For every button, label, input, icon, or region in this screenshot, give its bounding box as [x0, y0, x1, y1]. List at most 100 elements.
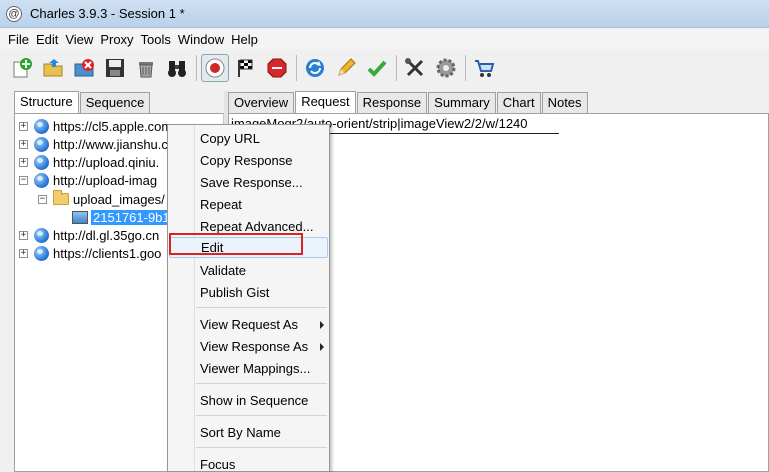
tools-button[interactable]	[401, 54, 429, 82]
collapse-icon[interactable]: −	[38, 194, 47, 204]
menu-item-validate[interactable]: Validate	[169, 260, 328, 281]
edit-button[interactable]	[332, 54, 360, 82]
tab-notes[interactable]: Notes	[541, 92, 588, 113]
tree-item[interactable]: + http://upload.qiniu.	[19, 153, 159, 171]
pencil-icon	[338, 58, 356, 76]
tab-request[interactable]: Request	[295, 91, 356, 113]
tab-sequence[interactable]: Sequence	[79, 92, 151, 113]
tree-item-label: http://www.jianshu.c	[53, 136, 168, 152]
menu-view[interactable]: View	[65, 32, 93, 47]
shop-button[interactable]	[470, 54, 498, 82]
menu-item-publish-gist[interactable]: Publish Gist	[169, 282, 328, 303]
menu-edit[interactable]: Edit	[36, 32, 58, 47]
close-session-button[interactable]	[70, 54, 98, 82]
submenu-arrow-icon	[320, 321, 324, 329]
tree-item[interactable]: + http://dl.gl.35go.cn	[19, 226, 159, 244]
window-title: Charles 3.9.3 - Session 1 *	[30, 6, 185, 21]
breakpoints-button[interactable]	[263, 54, 291, 82]
detail-tab-bar: Overview Request Response Summary Chart …	[228, 91, 769, 113]
globe-icon	[34, 136, 49, 152]
binoculars-icon	[168, 61, 186, 77]
refresh-icon	[306, 59, 324, 77]
menu-item-focus[interactable]: Focus	[169, 454, 328, 471]
menu-separator	[196, 307, 327, 308]
menu-item-view-response-as[interactable]: View Response As	[169, 336, 328, 357]
globe-icon	[34, 118, 49, 134]
menu-help[interactable]: Help	[231, 32, 258, 47]
menu-item-repeat[interactable]: Repeat	[169, 194, 328, 215]
tree-item[interactable]: + http://www.jianshu.c	[19, 135, 168, 153]
tools-icon	[405, 58, 424, 77]
tree-item-label: http://upload-imag	[53, 172, 158, 188]
menu-item-save-response[interactable]: Save Response...	[169, 172, 328, 193]
collapse-icon[interactable]: −	[19, 175, 28, 185]
tree-item-selected[interactable]: 2151761-9b1	[72, 208, 172, 226]
clear-session-button[interactable]	[132, 54, 160, 82]
title-bar: @ Charles 3.9.3 - Session 1 *	[0, 0, 769, 28]
menu-separator	[196, 415, 327, 416]
submenu-arrow-icon	[320, 343, 324, 351]
save-icon	[106, 59, 124, 77]
tree-item[interactable]: − http://upload-imag	[19, 171, 157, 189]
toolbar-separator	[196, 55, 197, 81]
save-button[interactable]	[101, 54, 129, 82]
menu-bar: File Edit View Proxy Tools Window Help	[0, 29, 769, 49]
record-icon	[205, 58, 225, 78]
trash-icon	[139, 62, 153, 78]
menu-file[interactable]: File	[8, 32, 29, 47]
expand-icon[interactable]: +	[19, 121, 28, 131]
menu-proxy[interactable]: Proxy	[100, 32, 133, 47]
tree-item-label: http://upload.qiniu.	[53, 154, 160, 170]
tab-chart[interactable]: Chart	[496, 92, 541, 113]
toolbar-separator	[296, 55, 297, 81]
globe-icon	[34, 172, 49, 188]
menu-item-show-in-sequence[interactable]: Show in Sequence	[169, 390, 328, 411]
throttle-button[interactable]	[232, 54, 260, 82]
menu-item-label: View Response As	[200, 339, 309, 354]
find-button[interactable]	[163, 54, 191, 82]
record-button[interactable]	[201, 54, 229, 82]
gear-icon	[436, 58, 456, 78]
globe-icon	[34, 154, 49, 170]
toolbar	[0, 50, 769, 86]
globe-icon	[34, 227, 49, 243]
annotation-highlight-box	[169, 233, 303, 255]
tab-structure[interactable]: Structure	[14, 91, 79, 113]
tree-item[interactable]: + https://clients1.goo	[19, 244, 161, 262]
tree-item-label: http://dl.gl.35go.cn	[53, 227, 160, 243]
globe-icon	[34, 245, 49, 261]
menu-item-sort-by-name[interactable]: Sort By Name	[169, 422, 328, 443]
menu-item-view-request-as[interactable]: View Request As	[169, 314, 328, 335]
toolbar-separator	[396, 55, 397, 81]
expand-icon[interactable]: +	[19, 157, 28, 167]
repeat-button[interactable]	[301, 54, 329, 82]
tree-item-label: 2151761-9b1	[91, 209, 172, 225]
tab-overview[interactable]: Overview	[228, 92, 295, 113]
menu-tools[interactable]: Tools	[141, 32, 171, 47]
expand-icon[interactable]: +	[19, 248, 28, 258]
delete-icon	[74, 59, 94, 77]
menu-separator	[196, 383, 327, 384]
expand-icon[interactable]: +	[19, 230, 28, 240]
menu-item-copy-response[interactable]: Copy Response	[169, 150, 328, 171]
open-session-button[interactable]	[39, 54, 67, 82]
menu-item-copy-url[interactable]: Copy URL	[169, 128, 328, 149]
tab-response[interactable]: Response	[356, 92, 428, 113]
open-icon	[43, 59, 63, 77]
image-file-icon	[72, 210, 88, 224]
menu-item-label: View Request As	[200, 317, 299, 332]
menu-item-viewer-mappings[interactable]: Viewer Mappings...	[169, 358, 328, 379]
validate-button[interactable]	[363, 54, 391, 82]
context-menu: Copy URL Copy Response Save Response... …	[167, 124, 330, 472]
menu-window[interactable]: Window	[178, 32, 224, 47]
tab-summary[interactable]: Summary	[428, 92, 496, 113]
charles-app-icon: @	[6, 5, 22, 22]
settings-button[interactable]	[432, 54, 460, 82]
new-session-button[interactable]	[8, 54, 36, 82]
checkmark-icon	[367, 60, 387, 77]
expand-icon[interactable]: +	[19, 139, 28, 149]
add-icon	[13, 58, 32, 78]
tree-item[interactable]: + https://cl5.apple.com	[19, 117, 172, 135]
tree-item-label: upload_images/	[73, 191, 165, 207]
tree-item[interactable]: − upload_images/	[38, 190, 165, 208]
